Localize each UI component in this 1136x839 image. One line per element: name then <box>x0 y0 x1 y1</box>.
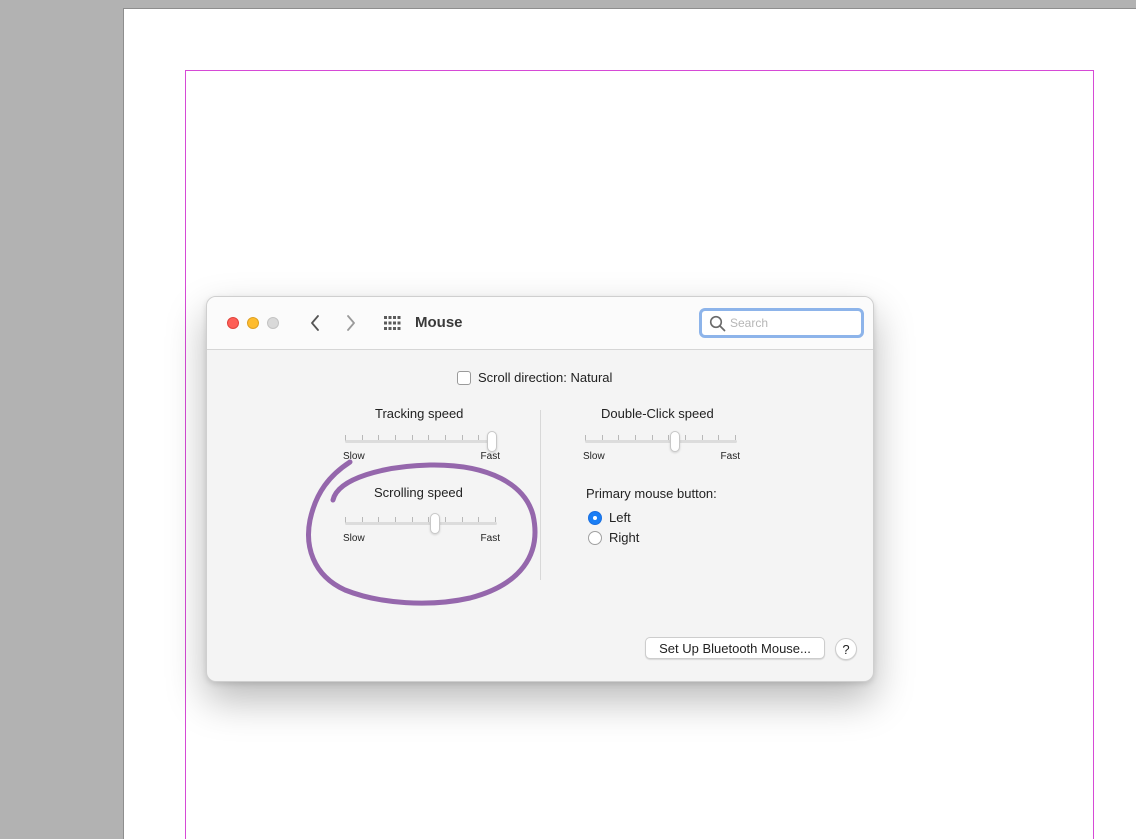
tracking-speed-slider[interactable]: Slow Fast <box>343 431 500 462</box>
slider-track <box>585 440 737 443</box>
forward-button[interactable] <box>341 313 361 333</box>
right-radio[interactable] <box>588 530 602 545</box>
scrolling-speed-title: Scrolling speed <box>374 485 463 500</box>
window-title: Mouse <box>415 314 463 331</box>
minimize-window-button[interactable] <box>247 317 259 329</box>
right-label: Right <box>609 530 640 545</box>
zoom-window-button[interactable] <box>267 317 279 329</box>
fast-label: Fast <box>480 533 500 544</box>
grid-icon <box>384 316 401 330</box>
scroll-direction-option[interactable]: Scroll direction: Natural <box>457 370 612 385</box>
chevron-left-icon <box>311 315 319 331</box>
fast-label: Fast <box>720 451 740 462</box>
primary-mouse-button-title: Primary mouse button: <box>586 486 717 501</box>
scrolling-speed-slider[interactable]: Slow Fast <box>343 513 500 544</box>
search-field[interactable] <box>699 308 864 338</box>
show-all-button[interactable] <box>383 315 401 331</box>
primary-left-option[interactable]: Left <box>588 510 631 525</box>
help-button[interactable]: ? <box>835 638 857 660</box>
scroll-direction-checkbox[interactable] <box>457 370 471 385</box>
chevron-right-icon <box>347 315 355 331</box>
slider-knob[interactable] <box>670 431 681 452</box>
setup-bluetooth-mouse-button[interactable]: Set Up Bluetooth Mouse... <box>645 637 825 659</box>
slow-label: Slow <box>343 451 365 462</box>
slider-track <box>345 522 497 525</box>
fast-label: Fast <box>480 451 500 462</box>
search-icon <box>709 315 726 332</box>
left-label: Left <box>609 510 631 525</box>
slow-label: Slow <box>343 533 365 544</box>
close-window-button[interactable] <box>227 317 239 329</box>
scroll-direction-label: Scroll direction: Natural <box>478 370 613 385</box>
tracking-speed-title: Tracking speed <box>375 406 464 421</box>
back-button[interactable] <box>305 313 325 333</box>
slider-knob[interactable] <box>487 431 497 452</box>
search-input[interactable] <box>730 314 855 332</box>
slider-track <box>345 440 497 443</box>
double-click-speed-title: Double-Click speed <box>601 406 714 421</box>
double-click-speed-slider[interactable]: Slow Fast <box>583 431 740 462</box>
column-divider <box>540 410 541 580</box>
mouse-preferences-window: Mouse Scroll direction: Natural Tracking… <box>206 296 874 682</box>
slow-label: Slow <box>583 451 605 462</box>
left-radio[interactable] <box>588 510 602 525</box>
window-titlebar: Mouse <box>207 297 873 350</box>
slider-knob[interactable] <box>430 513 441 534</box>
primary-right-option[interactable]: Right <box>588 530 639 545</box>
